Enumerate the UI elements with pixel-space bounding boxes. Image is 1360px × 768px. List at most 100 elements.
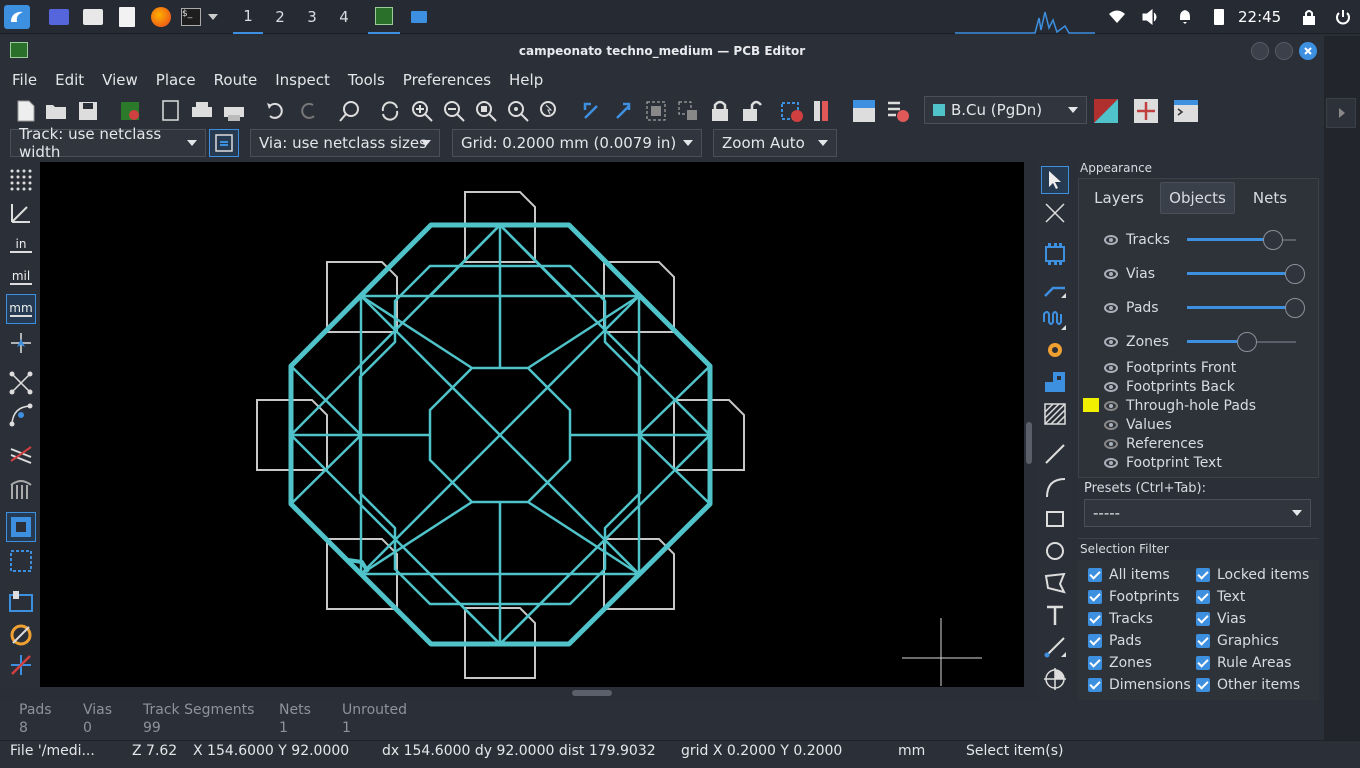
layer-selector[interactable]: B.Cu (PgDn) bbox=[924, 96, 1087, 124]
open-folder-icon[interactable] bbox=[42, 97, 70, 125]
menu-file[interactable]: File bbox=[6, 71, 43, 89]
eye-icon[interactable] bbox=[1104, 458, 1118, 468]
object-row-footprint-text[interactable]: Footprint Text bbox=[1104, 454, 1222, 472]
rotate-cw-icon[interactable] bbox=[610, 97, 638, 125]
object-row-tracks[interactable]: Tracks bbox=[1104, 231, 1170, 249]
object-row-footprints-back[interactable]: Footprints Back bbox=[1104, 378, 1235, 396]
pads-opacity-knob[interactable] bbox=[1285, 298, 1305, 318]
rotate-ccw-icon[interactable] bbox=[578, 97, 606, 125]
cursor-crosshair-icon[interactable] bbox=[6, 328, 36, 358]
save-icon[interactable] bbox=[74, 97, 102, 125]
checkbox-checked-icon[interactable] bbox=[1088, 634, 1102, 648]
grid-toggle-icon[interactable] bbox=[6, 165, 36, 195]
firefox-icon[interactable] bbox=[150, 5, 172, 29]
through-hole-color-swatch[interactable] bbox=[1083, 398, 1099, 412]
filter-tracks[interactable]: Tracks bbox=[1088, 610, 1153, 628]
add-via-icon[interactable] bbox=[1041, 336, 1069, 364]
app-menu-icon[interactable] bbox=[4, 5, 30, 29]
python-console-icon[interactable] bbox=[1172, 97, 1200, 125]
presets-select[interactable]: ----- bbox=[1084, 499, 1311, 527]
rule-area-icon[interactable] bbox=[1041, 400, 1069, 428]
add-footprint-icon[interactable] bbox=[1041, 240, 1069, 268]
filter-graphics[interactable]: Graphics bbox=[1196, 632, 1279, 650]
vertical-scrollbar[interactable] bbox=[1026, 422, 1032, 464]
local-ratsnest-icon[interactable] bbox=[1041, 199, 1069, 227]
add-text-icon[interactable] bbox=[1041, 601, 1069, 629]
menu-preferences[interactable]: Preferences bbox=[397, 71, 497, 89]
wifi-icon[interactable] bbox=[1106, 5, 1128, 29]
new-board-icon[interactable] bbox=[12, 97, 40, 125]
netlist-icon[interactable] bbox=[850, 97, 878, 125]
zoom-objects-icon[interactable] bbox=[504, 97, 532, 125]
eye-hidden-icon[interactable] bbox=[1104, 439, 1118, 449]
zone-fill-icon[interactable] bbox=[6, 512, 36, 542]
filter-dimensions[interactable]: Dimensions bbox=[1088, 676, 1191, 694]
workspace-4[interactable]: 4 bbox=[329, 0, 359, 34]
filter-zones[interactable]: Zones bbox=[1088, 654, 1152, 672]
ungroup-icon[interactable] bbox=[674, 97, 702, 125]
object-row-footprints-front[interactable]: Footprints Front bbox=[1104, 359, 1236, 377]
checkbox-checked-icon[interactable] bbox=[1196, 590, 1210, 604]
workspace-1[interactable]: 1 bbox=[233, 0, 263, 34]
chevron-down-icon[interactable] bbox=[206, 5, 220, 29]
object-row-pads[interactable]: Pads bbox=[1104, 299, 1159, 317]
footprint-checker-icon[interactable] bbox=[810, 97, 838, 125]
net-highlight-icon[interactable] bbox=[6, 440, 36, 470]
horizontal-scrollbar[interactable] bbox=[572, 690, 612, 696]
folder-task-icon[interactable] bbox=[408, 5, 430, 29]
page-settings-icon[interactable] bbox=[156, 97, 184, 125]
menu-inspect[interactable]: Inspect bbox=[269, 71, 336, 89]
battery-icon[interactable] bbox=[1208, 5, 1230, 29]
unlock-items-icon[interactable] bbox=[738, 97, 766, 125]
checkbox-checked-icon[interactable] bbox=[1088, 656, 1102, 670]
polar-coords-icon[interactable] bbox=[6, 198, 36, 228]
tab-objects[interactable]: Objects bbox=[1160, 182, 1235, 214]
workspace-2[interactable]: 2 bbox=[265, 0, 295, 34]
lock-icon[interactable] bbox=[1298, 5, 1320, 29]
filter-vias[interactable]: Vias bbox=[1196, 610, 1246, 628]
draw-arc-icon[interactable] bbox=[1041, 473, 1069, 501]
filter-text[interactable]: Text bbox=[1196, 588, 1245, 606]
filter-footprints[interactable]: Footprints bbox=[1088, 588, 1179, 606]
drc-icon[interactable] bbox=[778, 97, 806, 125]
zoom-out-icon[interactable] bbox=[440, 97, 468, 125]
draw-line-icon[interactable] bbox=[1041, 440, 1069, 468]
menu-route[interactable]: Route bbox=[208, 71, 264, 89]
zoom-fit-icon[interactable] bbox=[472, 97, 500, 125]
menu-tools[interactable]: Tools bbox=[342, 71, 391, 89]
checkbox-checked-icon[interactable] bbox=[1196, 678, 1210, 692]
show-tracks-icon[interactable] bbox=[6, 474, 36, 504]
kicad-task-icon[interactable] bbox=[368, 0, 400, 34]
via-size-select[interactable]: Via: use netclass sizes bbox=[250, 129, 440, 157]
find-icon[interactable] bbox=[336, 97, 364, 125]
undo-icon[interactable] bbox=[262, 97, 290, 125]
text-editor-icon[interactable] bbox=[116, 5, 138, 29]
zone-outline-icon[interactable] bbox=[6, 546, 36, 576]
lock-items-icon[interactable] bbox=[706, 97, 734, 125]
object-row-vias[interactable]: Vias bbox=[1104, 265, 1155, 283]
eye-icon[interactable] bbox=[1104, 269, 1118, 279]
workspace-3[interactable]: 3 bbox=[297, 0, 327, 34]
grid-select[interactable]: Grid: 0.2000 mm (0.0079 in) bbox=[452, 129, 702, 157]
checkbox-checked-icon[interactable] bbox=[1196, 612, 1210, 626]
filter-all-items[interactable]: All items bbox=[1088, 566, 1170, 584]
draw-polygon-icon[interactable] bbox=[1041, 569, 1069, 597]
update-pcb-icon[interactable] bbox=[884, 97, 912, 125]
tab-layers[interactable]: Layers bbox=[1086, 182, 1152, 214]
notification-bell-icon[interactable] bbox=[1174, 5, 1196, 29]
checkbox-checked-icon[interactable] bbox=[1088, 612, 1102, 626]
tune-length-icon[interactable] bbox=[1041, 306, 1069, 334]
checkbox-checked-icon[interactable] bbox=[1196, 634, 1210, 648]
board-setup-icon[interactable] bbox=[116, 97, 144, 125]
plot-icon[interactable] bbox=[220, 97, 248, 125]
checkbox-checked-icon[interactable] bbox=[1088, 678, 1102, 692]
group-icon[interactable] bbox=[642, 97, 670, 125]
menu-help[interactable]: Help bbox=[503, 71, 549, 89]
eye-hidden-icon[interactable] bbox=[1104, 420, 1118, 430]
maximize-button[interactable] bbox=[1275, 42, 1293, 60]
eye-icon[interactable] bbox=[1104, 382, 1118, 392]
redo-icon[interactable] bbox=[294, 97, 322, 125]
via-display-icon[interactable] bbox=[6, 620, 36, 650]
eye-hidden-icon[interactable] bbox=[1104, 401, 1118, 411]
add-zone-icon[interactable] bbox=[1041, 368, 1069, 396]
